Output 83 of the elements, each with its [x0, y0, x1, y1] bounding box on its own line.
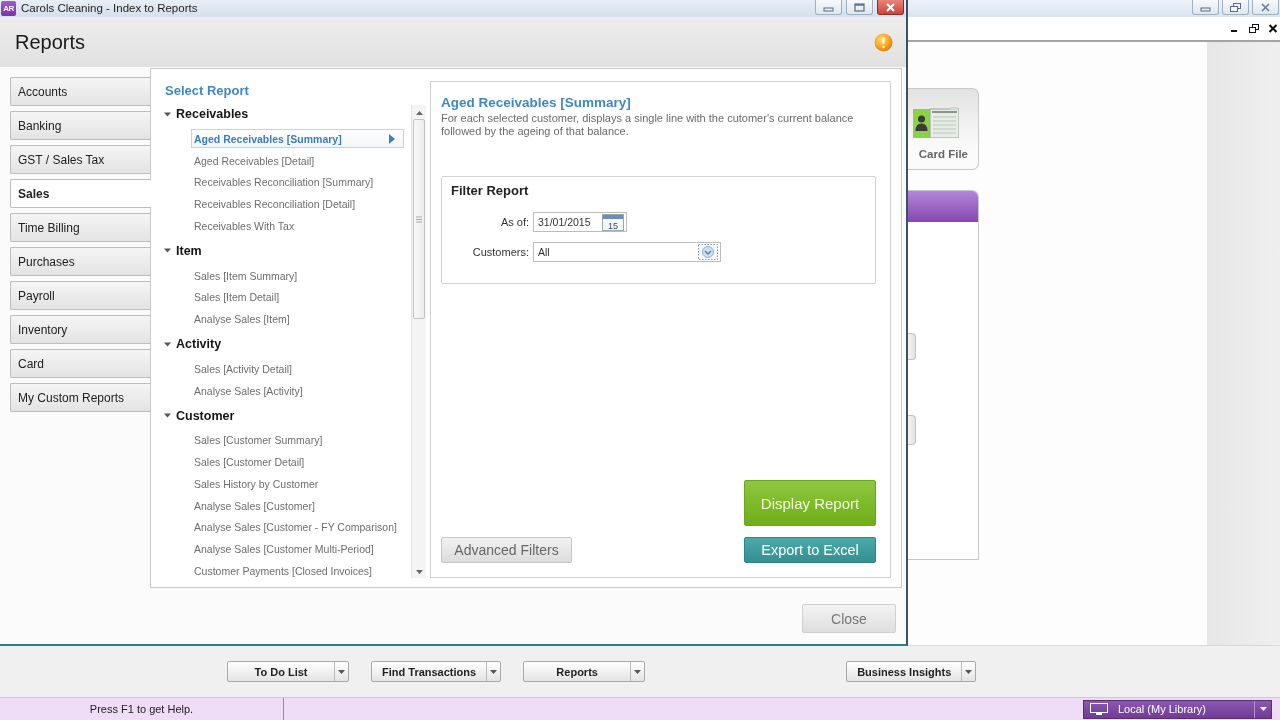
toolbar-dropdown-button[interactable]: Business Insights	[846, 661, 977, 682]
calendar-icon[interactable]: 15	[602, 213, 624, 231]
report-item[interactable]: Sales [Item Summary]	[191, 266, 404, 286]
close-button[interactable]	[877, 0, 904, 15]
grip-icon	[416, 215, 422, 223]
report-item[interactable]: Receivables Reconciliation [Detail]	[191, 194, 404, 214]
report-item[interactable]: Analyse Sales [Item]	[191, 309, 404, 329]
close-icon	[885, 2, 896, 12]
caret-icon[interactable]	[164, 110, 171, 118]
caret-icon[interactable]	[164, 412, 171, 419]
close-button[interactable]: Close	[802, 604, 896, 633]
restore-button[interactable]	[1222, 0, 1249, 15]
report-item[interactable]: Sales History by Customer	[191, 474, 404, 494]
report-item[interactable]: Aged Receivables [Detail]	[191, 151, 404, 171]
caret-icon	[338, 669, 345, 674]
scrollbar-thumb[interactable]	[413, 119, 425, 319]
report-item[interactable]: Aged Receivables [Summary]	[191, 129, 404, 149]
nav-tab[interactable]: Payroll	[10, 281, 150, 310]
report-item[interactable]: Sales [Item Detail]	[191, 287, 404, 307]
nav-tab[interactable]: Card	[10, 349, 150, 378]
play-icon	[389, 133, 395, 144]
report-item[interactable]: Customer Payments [Closed Invoices]	[191, 561, 404, 581]
filter-title: Filter Report	[451, 183, 530, 199]
caret-icon	[965, 669, 973, 674]
nav-tab[interactable]: Purchases	[10, 247, 150, 276]
field-label: As of:	[500, 216, 529, 228]
report-item[interactable]: Analyse Sales [Activity]	[191, 381, 404, 401]
report-description: For each selected customer, displays a single line with the cutomer's current balance followed by the ageing of that balance.	[441, 112, 855, 138]
nav-tab[interactable]: Time Billing	[10, 213, 150, 242]
advanced-filters-button[interactable]: Advanced Filters	[441, 537, 572, 563]
date-field[interactable]: 31/01/2015 15	[533, 212, 627, 232]
export-button[interactable]: Export to Excel	[744, 537, 876, 563]
card-file-tile[interactable]: Card File	[908, 88, 979, 170]
status-text: Press F1 to get Help.	[0, 698, 284, 720]
toolbar-dropdown-button[interactable]: To Do List	[227, 661, 349, 682]
dialog-heading: Reports	[15, 30, 86, 54]
toolbar-dropdown-button[interactable]: Reports	[523, 661, 646, 682]
report-group-label: Receivables	[176, 107, 249, 121]
nav-tab[interactable]: Inventory	[10, 315, 150, 344]
report-item[interactable]: Receivables With Tax	[191, 216, 404, 236]
nav-tab[interactable]: Banking	[10, 111, 150, 140]
scrollbar[interactable]	[411, 105, 426, 578]
nav-tab[interactable]: GST / Sales Tax	[10, 145, 150, 174]
close-icon[interactable]	[1268, 24, 1278, 33]
report-group-label: Activity	[176, 337, 222, 351]
report-item[interactable]: Sales [Activity Detail]	[191, 359, 404, 379]
caret-icon	[490, 669, 498, 674]
card-file-icon	[913, 107, 959, 138]
caret-icon	[1259, 707, 1267, 711]
dropdown-icon[interactable]	[698, 244, 718, 260]
monitor-icon	[1090, 703, 1108, 715]
close-button[interactable]	[1252, 0, 1279, 15]
dropdown-field[interactable]: All	[533, 242, 721, 262]
app-logo: AR	[1, 1, 16, 16]
restore-icon[interactable]	[1249, 24, 1259, 33]
report-group-label: Item	[176, 243, 202, 258]
nav-tab[interactable]: Sales	[10, 179, 151, 208]
report-item[interactable]: Analyse Sales [Customer Multi-Period]	[191, 539, 404, 559]
report-item[interactable]: Sales [Customer Summary]	[191, 430, 404, 450]
list-title: Select Report	[164, 82, 250, 100]
close-icon	[1260, 2, 1271, 12]
nav-tab[interactable]: My Custom Reports	[10, 383, 150, 412]
window-title: Carols Cleaning - Index to Reports	[21, 1, 198, 16]
nav-tab[interactable]: Accounts	[10, 77, 150, 106]
maximize-icon	[854, 2, 865, 12]
caret-icon[interactable]	[164, 340, 171, 348]
field-label: Customers:	[472, 246, 529, 258]
tile-label: Card File	[918, 147, 968, 161]
panel-header	[908, 191, 978, 222]
maximize-button[interactable]	[846, 0, 873, 15]
report-item[interactable]: Receivables Reconciliation [Summary]	[191, 172, 404, 192]
report-item[interactable]: Analyse Sales [Customer - FY Comparison]	[191, 517, 404, 537]
scroll-down-icon[interactable]	[415, 570, 423, 574]
report-title: Aged Receivables [Summary]	[441, 94, 632, 112]
caret-icon	[634, 669, 642, 674]
report-item[interactable]: Sales [Customer Detail]	[191, 452, 404, 472]
report-group-label: Customer	[176, 408, 235, 423]
scroll-up-icon[interactable]	[415, 111, 423, 115]
library-dropdown[interactable]: Local (My Library)	[1083, 699, 1272, 719]
restore-icon	[1230, 2, 1241, 12]
report-item[interactable]: Analyse Sales [Customer]	[191, 496, 404, 516]
caret-icon[interactable]	[164, 247, 171, 255]
toolbar-dropdown-button[interactable]: Find Transactions	[371, 661, 502, 682]
